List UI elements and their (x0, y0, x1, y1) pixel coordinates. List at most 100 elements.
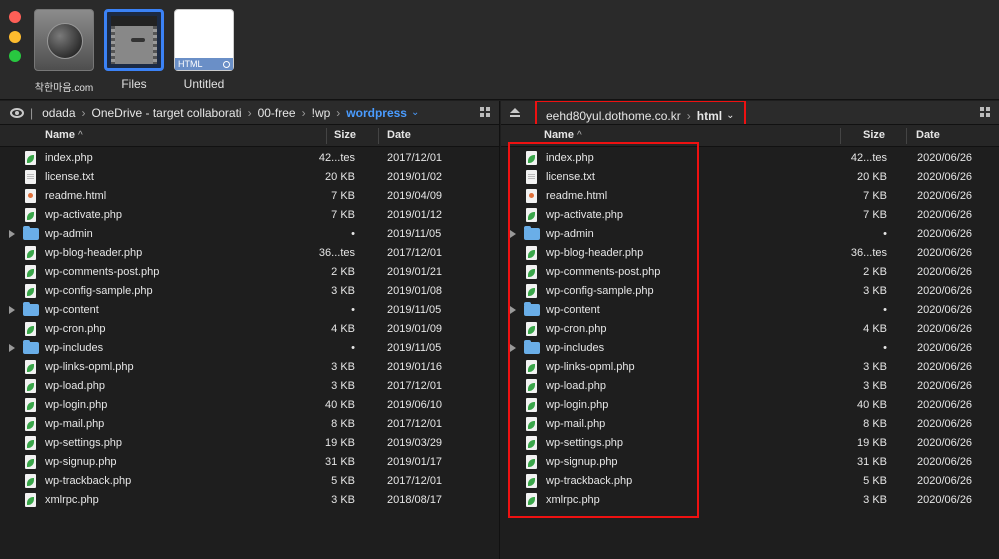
name-column-header[interactable]: Name ^ (544, 129, 582, 141)
folder-icon (23, 226, 39, 240)
size-column-header[interactable]: Size (334, 129, 356, 141)
folder-row[interactable]: wp-content • 2020/06/26 (501, 301, 999, 320)
file-date: 2019/01/12 (387, 209, 443, 221)
file-date: 2020/06/26 (917, 418, 973, 430)
file-row[interactable]: wp-cron.php 4 KB 2020/06/26 (501, 320, 999, 339)
html-document-icon: HTML (174, 9, 234, 71)
folder-row[interactable]: wp-includes • 2020/06/26 (501, 339, 999, 358)
file-row[interactable]: wp-mail.php 8 KB 2017/12/01 (0, 415, 499, 434)
file-row[interactable]: index.php 42...tes 2020/06/26 (501, 149, 999, 168)
file-row[interactable]: wp-settings.php 19 KB 2020/06/26 (501, 434, 999, 453)
file-row[interactable]: wp-links-opml.php 3 KB 2019/01/16 (0, 358, 499, 377)
server-path-highlight: eehd80yul.dothome.co.kr › html ⌄ (535, 101, 746, 124)
disclosure-triangle-icon[interactable] (510, 344, 516, 352)
file-row[interactable]: wp-activate.php 7 KB 2020/06/26 (501, 206, 999, 225)
files-tile[interactable]: Files (102, 9, 166, 93)
file-size: • (883, 342, 887, 354)
disclosure-triangle-icon[interactable] (510, 306, 516, 314)
file-row[interactable]: wp-blog-header.php 36...tes 2017/12/01 (0, 244, 499, 263)
untitled-tile[interactable]: HTML Untitled (172, 9, 236, 93)
disclosure-triangle-icon[interactable] (9, 344, 15, 352)
file-row[interactable]: xmlrpc.php 3 KB 2020/06/26 (501, 491, 999, 510)
breadcrumb-item[interactable]: OneDrive - target collaborati (92, 106, 242, 120)
file-size: 8 KB (331, 418, 355, 430)
file-size: 36...tes (318, 247, 355, 259)
size-column-header[interactable]: Size (863, 129, 885, 141)
file-row[interactable]: wp-signup.php 31 KB 2020/06/26 (501, 453, 999, 472)
chevron-down-icon[interactable]: ⌄ (726, 110, 734, 121)
server-name[interactable]: eehd80yul.dothome.co.kr (546, 109, 681, 123)
minimize-window-button[interactable] (9, 31, 21, 43)
file-date: 2017/12/01 (387, 247, 443, 259)
file-row[interactable]: wp-trackback.php 5 KB 2020/06/26 (501, 472, 999, 491)
zoom-window-button[interactable] (9, 50, 21, 62)
eject-icon[interactable] (510, 107, 520, 118)
file-row[interactable]: wp-blog-header.php 36...tes 2020/06/26 (501, 244, 999, 263)
chevron-right-icon: › (247, 105, 252, 120)
file-row[interactable]: readme.html 7 KB 2019/04/09 (0, 187, 499, 206)
folder-icon (23, 302, 39, 316)
grid-view-icon[interactable] (480, 107, 490, 117)
folder-row[interactable]: wp-content • 2019/11/05 (0, 301, 499, 320)
folder-row[interactable]: wp-admin • 2020/06/26 (501, 225, 999, 244)
files-icon (104, 9, 164, 71)
breadcrumb-item[interactable]: odada (42, 106, 75, 120)
file-date: 2019/01/17 (387, 456, 443, 468)
php-file-icon (526, 379, 537, 393)
file-name: wp-mail.php (45, 418, 105, 430)
file-row[interactable]: readme.html 7 KB 2020/06/26 (501, 187, 999, 206)
file-row[interactable]: wp-signup.php 31 KB 2019/01/17 (0, 453, 499, 472)
file-row[interactable]: wp-login.php 40 KB 2019/06/10 (0, 396, 499, 415)
close-window-button[interactable] (9, 11, 21, 23)
php-file-icon (25, 436, 36, 450)
file-size: 3 KB (863, 285, 887, 297)
breadcrumb-current[interactable]: wordpress (346, 106, 407, 120)
file-name: wp-login.php (546, 399, 609, 411)
file-row[interactable]: wp-config-sample.php 3 KB 2020/06/26 (501, 282, 999, 301)
file-name: wp-comments-post.php (546, 266, 661, 278)
php-file-icon (25, 246, 36, 260)
file-row[interactable]: xmlrpc.php 3 KB 2018/08/17 (0, 491, 499, 510)
file-row[interactable]: wp-login.php 40 KB 2020/06/26 (501, 396, 999, 415)
file-name: wp-load.php (45, 380, 105, 392)
eye-icon[interactable] (10, 107, 24, 118)
file-date: 2020/06/26 (917, 437, 973, 449)
name-column-header[interactable]: Name ^ (45, 129, 83, 141)
file-name: wp-config-sample.php (45, 285, 153, 297)
file-row[interactable]: wp-comments-post.php 2 KB 2020/06/26 (501, 263, 999, 282)
file-row[interactable]: wp-load.php 3 KB 2017/12/01 (0, 377, 499, 396)
date-column-header[interactable]: Date (916, 129, 940, 141)
file-name: readme.html (546, 190, 608, 202)
grid-view-icon[interactable] (980, 107, 990, 117)
folder-row[interactable]: wp-admin • 2019/11/05 (0, 225, 499, 244)
file-row[interactable]: wp-trackback.php 5 KB 2017/12/01 (0, 472, 499, 491)
disclosure-triangle-icon[interactable] (9, 306, 15, 314)
file-size: 3 KB (863, 380, 887, 392)
file-row[interactable]: wp-load.php 3 KB 2020/06/26 (501, 377, 999, 396)
file-row[interactable]: license.txt 20 KB 2019/01/02 (0, 168, 499, 187)
file-row[interactable]: wp-comments-post.php 2 KB 2019/01/21 (0, 263, 499, 282)
file-date: 2020/06/26 (917, 171, 973, 183)
file-row[interactable]: index.php 42...tes 2017/12/01 (0, 149, 499, 168)
site-tile[interactable]: 착한마음.com (32, 9, 96, 94)
date-column-header[interactable]: Date (387, 129, 411, 141)
file-row[interactable]: wp-cron.php 4 KB 2019/01/09 (0, 320, 499, 339)
breadcrumb-item[interactable]: !wp (312, 106, 331, 120)
file-name: index.php (546, 152, 594, 164)
folder-row[interactable]: wp-includes • 2019/11/05 (0, 339, 499, 358)
file-row[interactable]: wp-mail.php 8 KB 2020/06/26 (501, 415, 999, 434)
file-row[interactable]: wp-activate.php 7 KB 2019/01/12 (0, 206, 499, 225)
chevron-down-icon[interactable]: ⌄ (411, 107, 419, 118)
file-row[interactable]: license.txt 20 KB 2020/06/26 (501, 168, 999, 187)
remote-file-list: index.php 42...tes 2020/06/26 license.txt 20… (501, 149, 999, 510)
php-file-icon (526, 455, 537, 469)
disclosure-triangle-icon[interactable] (510, 230, 516, 238)
breadcrumb-current[interactable]: html (697, 109, 722, 123)
disclosure-triangle-icon[interactable] (9, 230, 15, 238)
breadcrumb-item[interactable]: 00-free (258, 106, 296, 120)
file-row[interactable]: wp-links-opml.php 3 KB 2020/06/26 (501, 358, 999, 377)
file-size: 40 KB (857, 399, 887, 411)
file-row[interactable]: wp-config-sample.php 3 KB 2019/01/08 (0, 282, 499, 301)
file-row[interactable]: wp-settings.php 19 KB 2019/03/29 (0, 434, 499, 453)
chevron-right-icon: › (686, 108, 691, 123)
